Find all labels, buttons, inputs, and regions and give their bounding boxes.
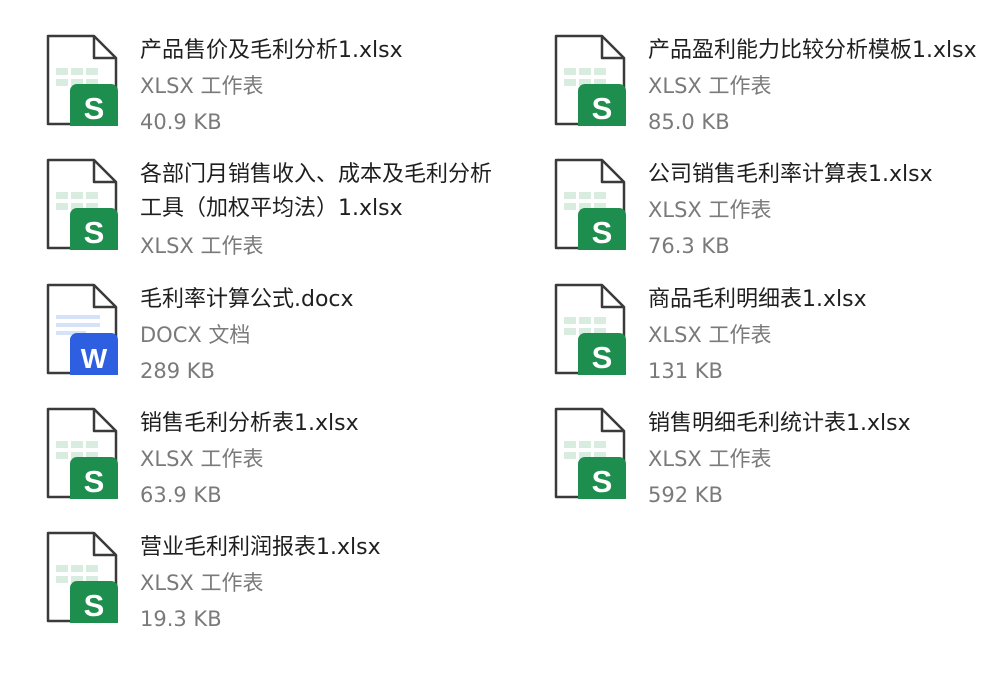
xlsx-sheet-icon: S [554,34,630,126]
file-item[interactable]: S 销售明细毛利统计表1.xlsx XLSX 工作表 592 KB [554,407,1000,525]
svg-text:S: S [592,215,613,250]
file-type: XLSX 工作表 [648,447,772,471]
file-name: 产品盈利能力比较分析模板1.xlsx [648,38,977,63]
svg-text:S: S [84,588,105,623]
file-item[interactable]: S 销售毛利分析表1.xlsx XLSX 工作表 63.9 KB [46,407,526,525]
file-name: 毛利率计算公式.docx [140,287,354,312]
file-size: 289 KB [140,359,215,383]
file-size: 85.0 KB [648,110,730,134]
file-list-view: { "files": [ {"name": "产品售价及毛利分析1.xlsx",… [0,0,1000,698]
file-item[interactable]: S 营业毛利利润报表1.xlsx XLSX 工作表 19.3 KB [46,531,526,649]
file-size: 63.9 KB [140,483,222,507]
file-name: 营业毛利利润报表1.xlsx [140,535,381,560]
svg-text:S: S [84,91,105,126]
file-size: 40.9 KB [140,110,222,134]
svg-text:S: S [84,215,105,250]
svg-text:S: S [592,91,613,126]
file-size: 592 KB [648,483,723,507]
file-type: XLSX 工作表 [140,74,264,98]
xlsx-sheet-icon: S [46,407,122,499]
file-item[interactable]: S 商品毛利明细表1.xlsx XLSX 工作表 131 KB [554,283,1000,401]
file-type: XLSX 工作表 [648,198,772,222]
xlsx-sheet-icon: S [554,283,630,375]
file-name: 各部门月销售收入、成本及毛利分析工具（加权平均法）1.xlsx [140,162,493,221]
file-type: XLSX 工作表 [648,323,772,347]
file-name: 销售明细毛利统计表1.xlsx [648,411,911,436]
file-item[interactable]: S 各部门月销售收入、成本及毛利分析工具（加权平均法）1.xlsx XLSX 工… [46,158,526,276]
xlsx-sheet-icon: S [46,34,122,126]
docx-document-icon: W [46,283,122,375]
svg-text:S: S [592,464,613,499]
file-type: DOCX 文档 [140,323,251,347]
svg-text:S: S [84,464,105,499]
file-type: XLSX 工作表 [140,447,264,471]
svg-text:S: S [592,340,613,375]
xlsx-sheet-icon: S [46,158,122,250]
file-size: 131 KB [648,359,723,383]
xlsx-sheet-icon: S [46,531,122,623]
xlsx-sheet-icon: S [554,407,630,499]
file-name: 公司销售毛利率计算表1.xlsx [648,162,933,187]
file-name: 产品售价及毛利分析1.xlsx [140,38,403,63]
svg-text:W: W [81,343,108,374]
file-name: 商品毛利明细表1.xlsx [648,287,867,312]
file-name: 销售毛利分析表1.xlsx [140,411,359,436]
xlsx-sheet-icon: S [554,158,630,250]
file-size: 19.3 KB [140,607,222,631]
file-item[interactable]: S 产品售价及毛利分析1.xlsx XLSX 工作表 40.9 KB [46,34,526,152]
file-item[interactable]: S 产品盈利能力比较分析模板1.xlsx XLSX 工作表 85.0 KB [554,34,1000,152]
file-size: 76.3 KB [648,234,730,258]
file-item[interactable]: W 毛利率计算公式.docx DOCX 文档 289 KB [46,283,526,401]
file-item[interactable]: S 公司销售毛利率计算表1.xlsx XLSX 工作表 76.3 KB [554,158,1000,276]
file-type: XLSX 工作表 [648,74,772,98]
file-type: XLSX 工作表 [140,571,264,595]
file-type: XLSX 工作表 [140,234,264,258]
